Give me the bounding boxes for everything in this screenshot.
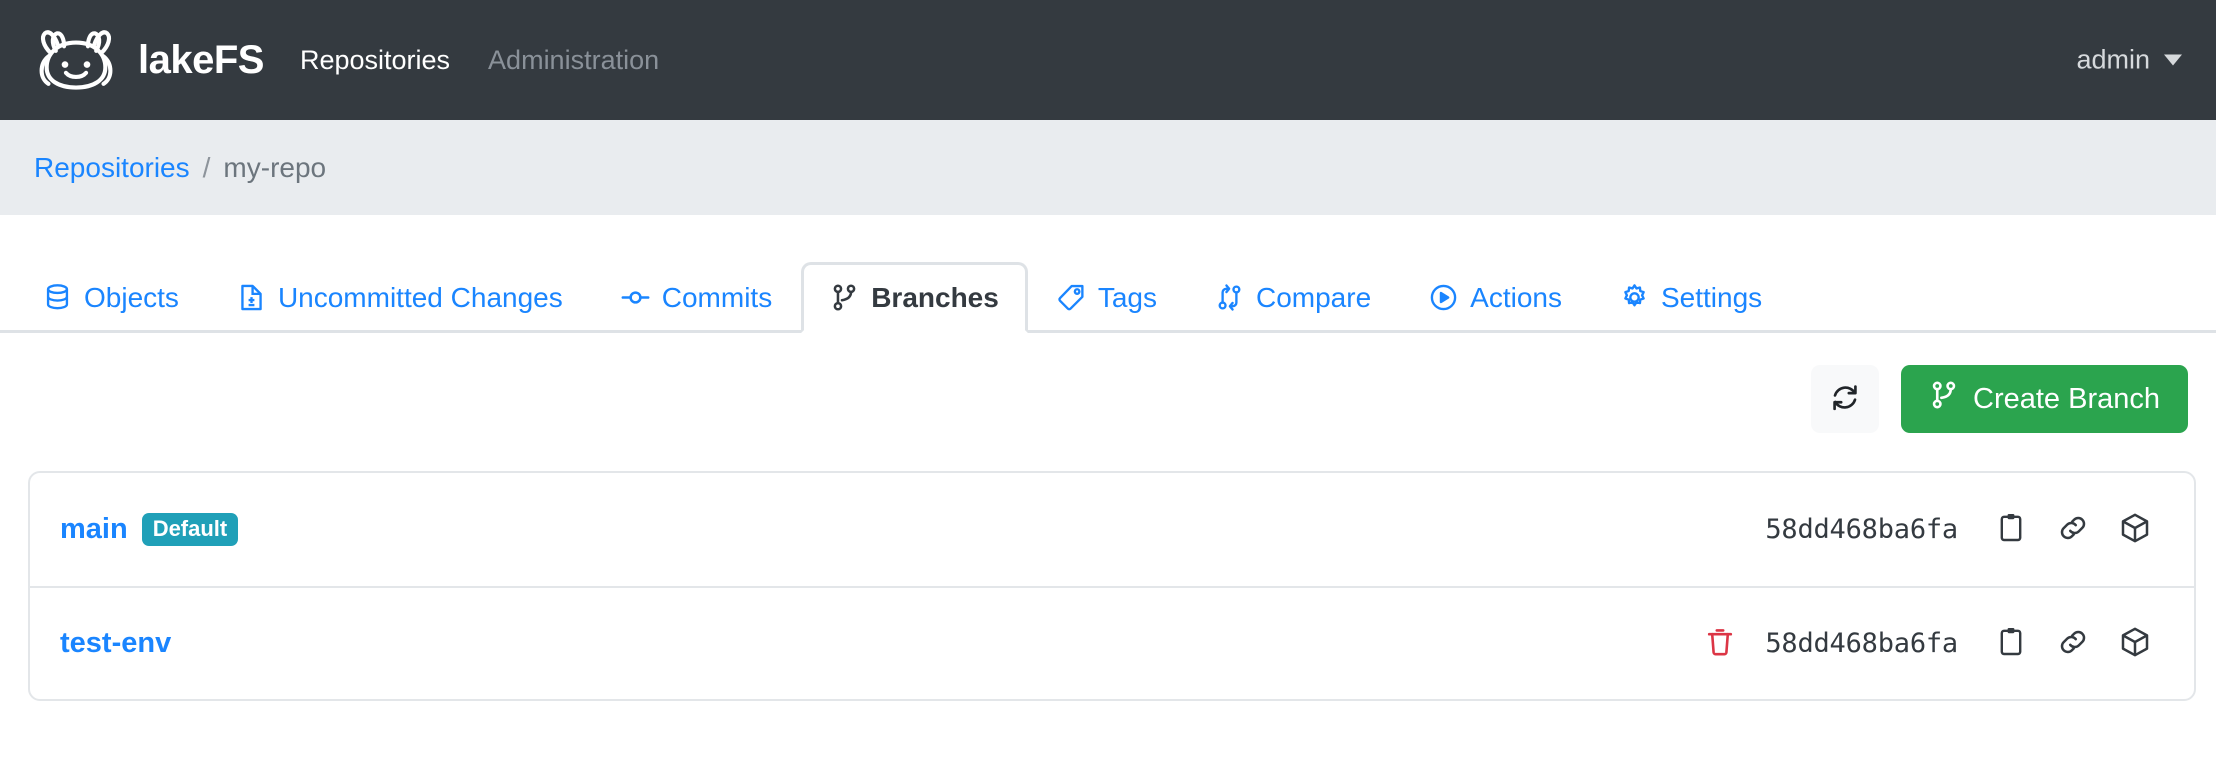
- tab-objects-label: Objects: [84, 284, 179, 312]
- clipboard-icon: [1995, 626, 2027, 661]
- git-compare-icon: [1215, 283, 1244, 312]
- tab-uncommitted-changes[interactable]: Uncommitted Changes: [208, 262, 592, 333]
- breadcrumb-current-repo: my-repo: [223, 152, 326, 184]
- create-branch-button[interactable]: Create Branch: [1901, 365, 2188, 433]
- top-navbar: lakeFS Repositories Administration admin: [0, 0, 2216, 120]
- delete-placeholder: [1689, 499, 1751, 561]
- branch-identity: main Default: [60, 513, 1689, 546]
- tab-tags[interactable]: Tags: [1028, 262, 1186, 333]
- file-diff-icon: [237, 283, 266, 312]
- commit-hash: 58dd468ba6fa: [1751, 628, 1980, 659]
- tab-settings-label: Settings: [1661, 284, 1762, 312]
- cube-icon: [2119, 512, 2151, 547]
- breadcrumb: Repositories / my-repo: [0, 120, 2216, 215]
- copy-branch-link-button[interactable]: [2042, 499, 2104, 561]
- cube-icon: [2119, 626, 2151, 661]
- play-circle-icon: [1429, 283, 1458, 312]
- trash-icon: [1704, 626, 1736, 661]
- browse-objects-button[interactable]: [2104, 499, 2166, 561]
- copy-branch-link-button[interactable]: [2042, 613, 2104, 675]
- tag-icon: [1057, 283, 1086, 312]
- delete-branch-button[interactable]: [1689, 613, 1751, 675]
- git-commit-icon: [621, 283, 650, 312]
- lakefs-axolotl-logo-icon: [30, 27, 122, 93]
- tab-branches[interactable]: Branches: [801, 262, 1028, 333]
- nav-link-repositories[interactable]: Repositories: [300, 45, 450, 76]
- refresh-icon: [1828, 381, 1862, 418]
- table-row: test-env 58dd468ba6fa: [30, 586, 2194, 699]
- status-badge: Default: [142, 513, 239, 546]
- link-icon: [2057, 626, 2089, 661]
- tab-tags-label: Tags: [1098, 284, 1157, 312]
- refresh-button[interactable]: [1811, 365, 1879, 433]
- tab-branches-label: Branches: [871, 284, 999, 312]
- repo-tab-bar: Objects Uncommitted Changes Commits: [0, 215, 2216, 333]
- breadcrumb-repositories-link[interactable]: Repositories: [34, 152, 190, 184]
- tab-compare[interactable]: Compare: [1186, 262, 1400, 333]
- branch-list: main Default 58dd468ba6fa: [28, 471, 2196, 701]
- tab-actions[interactable]: Actions: [1400, 262, 1591, 333]
- database-icon: [43, 283, 72, 312]
- tab-uncommitted-changes-label: Uncommitted Changes: [278, 284, 563, 312]
- branch-link-main[interactable]: main: [60, 513, 128, 546]
- tab-actions-label: Actions: [1470, 284, 1562, 312]
- user-menu[interactable]: admin: [2076, 45, 2182, 76]
- breadcrumb-separator: /: [203, 152, 211, 184]
- branch-link-test-env[interactable]: test-env: [60, 627, 171, 660]
- user-menu-label: admin: [2076, 45, 2150, 76]
- nav-link-administration[interactable]: Administration: [488, 45, 659, 76]
- brand-home-link[interactable]: lakeFS: [30, 27, 264, 93]
- git-branch-icon: [830, 283, 859, 312]
- tab-settings[interactable]: Settings: [1591, 262, 1791, 333]
- chevron-down-icon: [2164, 55, 2182, 66]
- clipboard-icon: [1995, 512, 2027, 547]
- git-branch-icon: [1929, 380, 1959, 418]
- tab-commits[interactable]: Commits: [592, 262, 801, 333]
- commit-hash: 58dd468ba6fa: [1751, 514, 1980, 545]
- branch-row-actions: 58dd468ba6fa: [1689, 613, 2166, 675]
- tab-commits-label: Commits: [662, 284, 772, 312]
- tab-compare-label: Compare: [1256, 284, 1371, 312]
- primary-nav: Repositories Administration: [300, 45, 659, 76]
- link-icon: [2057, 512, 2089, 547]
- branch-row-actions: 58dd468ba6fa: [1689, 499, 2166, 561]
- gear-icon: [1620, 283, 1649, 312]
- brand-name: lakeFS: [138, 38, 264, 83]
- branch-identity: test-env: [60, 627, 1689, 660]
- copy-commit-id-button[interactable]: [1980, 613, 2042, 675]
- branches-toolbar: Create Branch: [0, 333, 2216, 433]
- table-row: main Default 58dd468ba6fa: [30, 473, 2194, 586]
- copy-commit-id-button[interactable]: [1980, 499, 2042, 561]
- create-branch-label: Create Branch: [1973, 383, 2160, 416]
- tab-objects[interactable]: Objects: [14, 262, 208, 333]
- browse-objects-button[interactable]: [2104, 613, 2166, 675]
